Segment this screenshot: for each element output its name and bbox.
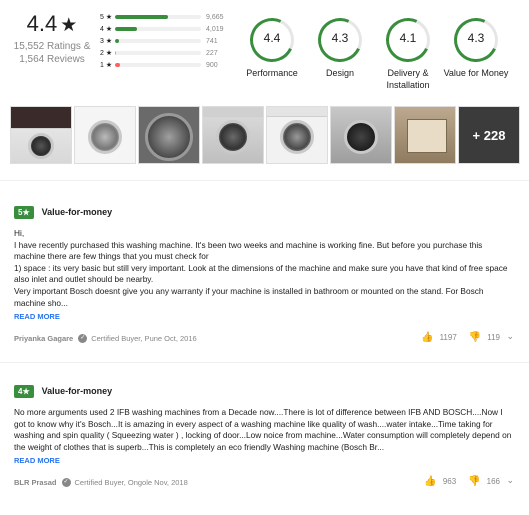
rating-bar-count: 9,665 [206,13,224,21]
like-count: 1197 [439,333,457,343]
photo-thumbnail[interactable] [138,106,200,164]
review-body: No more arguments used 2 IFB washing mac… [14,407,512,452]
rating-bar-row: 1 ★ 900 [100,59,232,71]
dislike-count: 119 [487,333,500,343]
dislike-button[interactable]: 👎 119 [469,332,500,343]
review-meta: Certified Buyer, Pune Oct, 2016 [91,333,197,343]
rating-bar-label: 5 ★ [100,14,113,21]
like-count: 963 [442,477,457,487]
average-value: 4.4 [26,11,58,36]
review-card: 5★ Value-for-money Hi, I have recently p… [14,205,514,346]
ratings-summary: 4.4 ★ 15,552 Ratings & 1,564 Reviews 5 ★ … [0,0,529,102]
rating-bar-label: 2 ★ [100,50,113,57]
aspect-value-for-money: 4.3 Value for Money [436,11,516,79]
photo-thumbnail[interactable] [10,106,72,164]
chevron-down-icon[interactable]: ⌄ [506,475,514,486]
aspect-value: 4.4 [263,31,281,45]
rating-bar-row: 2 ★ 227 [100,47,232,59]
rating-bar-row: 5 ★ 9,665 [100,11,232,23]
review-rating-badge: 5★ [14,205,34,219]
review-votes: 👍 1197 👎 119 [409,332,500,343]
review-title: Value-for-money [41,386,113,396]
review-footer: Priyanka Gagare ✓ Certified Buyer, Pune … [14,330,514,346]
review-rating-badge: 4★ [14,384,34,398]
customer-photos: + 228 [10,106,520,166]
thumbs-up-icon: 👍 [424,476,437,488]
dislike-button[interactable]: 👎 166 [468,476,500,487]
rating-bar-label: 1 ★ [100,62,113,69]
average-rating: 4.4 ★ 15,552 Ratings & 1,564 Reviews [10,10,94,66]
rating-bar-label: 4 ★ [100,26,113,33]
photo-thumbnail[interactable] [202,106,264,164]
review-author: Priyanka Gagare [14,333,74,343]
review-votes: 👍 963 👎 166 [412,476,500,487]
read-more-link[interactable]: READ MORE [14,455,514,466]
section-divider [0,362,529,363]
rating-bar-count: 4,019 [206,25,224,33]
chevron-down-icon[interactable]: ⌄ [506,331,514,342]
read-more-link[interactable]: READ MORE [14,311,514,322]
aspect-value: 4.3 [331,31,349,45]
like-button[interactable]: 👍 963 [424,476,456,487]
more-photos-button[interactable]: + 228 [458,106,520,164]
photo-thumbnail[interactable] [394,106,456,164]
reviews-count: 1,564 Reviews [19,54,85,65]
aspect-value: 4.1 [399,31,417,45]
rating-bar-row: 4 ★ 4,019 [100,23,232,35]
rating-bar-count: 227 [206,49,218,57]
rating-bar-fill [115,51,117,55]
dislike-count: 166 [486,477,500,487]
review-footer: BLR Prasad ✓ Certified Buyer, Ongole Nov… [14,474,514,490]
photo-thumbnail[interactable] [330,106,392,164]
rating-bar-count: 741 [206,37,218,45]
section-divider [0,180,529,181]
photo-thumbnail[interactable] [74,106,136,164]
rating-bar-label: 3 ★ [100,38,113,45]
rating-bar-fill [115,63,121,67]
rating-bar-row: 3 ★ 741 [100,35,232,47]
review-author: BLR Prasad [14,477,57,487]
like-button[interactable]: 👍 1197 [421,332,457,343]
certified-check-icon: ✓ [61,477,71,487]
review-body: Hi, I have recently purchased this washi… [14,228,508,308]
thumbs-up-icon: 👍 [421,332,434,344]
aspect-value: 4.3 [467,31,485,45]
thumbs-down-icon: 👎 [468,332,482,344]
review-meta: Certified Buyer, Ongole Nov, 2018 [74,477,188,487]
review-title: Value-for-money [41,207,113,217]
photo-thumbnail[interactable] [266,106,328,164]
star-icon: ★ [60,15,78,36]
certified-check-icon: ✓ [78,333,88,343]
thumbs-down-icon: 👎 [468,476,481,488]
rating-distribution: 5 ★ 9,665 4 ★ 4,019 3 ★ 741 2 ★ 227 1 ★ … [100,11,232,71]
rating-bar-fill [115,15,169,19]
ratings-count: 15,552 Ratings & [13,41,91,52]
rating-bar-count: 900 [206,61,218,69]
aspect-label: Value for Money [443,68,509,78]
rating-bar-fill [115,39,120,43]
rating-bar-fill [115,27,138,31]
review-card: 4★ Value-for-money No more arguments use… [14,384,514,490]
